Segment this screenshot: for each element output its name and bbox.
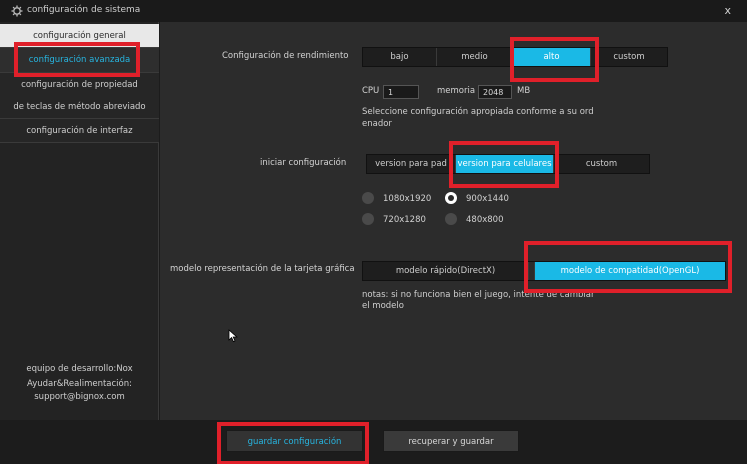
sidebar-item-general[interactable]: configuración general [0, 24, 159, 48]
resolution-radio-900x1440[interactable] [445, 192, 457, 204]
window-title: configuración de sistema [27, 5, 141, 15]
startup-option-custom[interactable]: custom [554, 155, 649, 173]
support-email[interactable]: support@bignox.com [0, 390, 159, 405]
gear-icon [11, 5, 23, 17]
performance-option-alto[interactable]: alto [513, 48, 591, 66]
graphics-option-opengl[interactable]: modelo de compatidad(OpenGL) [535, 262, 725, 280]
startup-option-pad[interactable]: version para pad [367, 155, 456, 173]
startup-selector: version para pad version para celulares … [366, 154, 650, 174]
performance-selector: bajo medio alto custom [362, 47, 668, 67]
performance-label: Configuración de rendimiento [222, 51, 349, 61]
performance-hint-line2: enador [362, 119, 392, 129]
performance-hint-line1: Seleccione configuración apropiada confo… [362, 107, 594, 117]
close-icon[interactable]: x [724, 4, 731, 17]
resolution-label-480x800: 480x800 [466, 215, 504, 225]
memory-unit: MB [517, 86, 531, 96]
save-button[interactable]: guardar configuración [226, 430, 363, 452]
resolution-radio-720x1280[interactable] [362, 213, 374, 225]
graphics-option-directx[interactable]: modelo rápido(DirectX) [363, 262, 529, 280]
cpu-field[interactable] [383, 85, 419, 99]
resolution-radio-1080x1920[interactable] [362, 192, 374, 204]
dev-team-text: equipo de desarrollo:Nox [26, 364, 133, 374]
restore-save-button[interactable]: recuperar y guardar [383, 430, 519, 452]
sidebar-item-advanced[interactable]: configuración avanzada [0, 48, 159, 73]
performance-option-medio[interactable]: medio [437, 48, 513, 66]
performance-option-custom[interactable]: custom [591, 48, 667, 66]
startup-option-phone[interactable]: version para celulares [456, 155, 554, 173]
memory-field[interactable] [478, 85, 512, 99]
bottom-bar [0, 420, 747, 464]
resolution-label-720x1280: 720x1280 [383, 215, 426, 225]
resolution-radio-480x800[interactable] [445, 213, 457, 225]
memory-label: memoria [437, 86, 476, 96]
sidebar-item-interface[interactable]: configuración de interfaz [0, 119, 159, 143]
resolution-label-900x1440: 900x1440 [466, 194, 509, 204]
graphics-selector: modelo rápido(DirectX) modelo de compati… [362, 261, 726, 281]
startup-label: iniciar configuración [260, 158, 347, 168]
sidebar-item-shortcuts[interactable]: de teclas de método abreviado [0, 95, 159, 119]
sidebar-item-properties[interactable]: configuración de propiedad [0, 73, 159, 97]
resolution-label-1080x1920: 1080x1920 [383, 194, 432, 204]
sidebar: configuración general configuración avan… [0, 22, 159, 420]
cpu-label: CPU [362, 86, 380, 96]
graphics-note-line2: el modelo [362, 301, 404, 311]
performance-option-bajo[interactable]: bajo [363, 48, 437, 66]
mouse-cursor-icon [228, 329, 238, 343]
graphics-label: modelo representación de la tarjeta gráf… [170, 264, 355, 274]
title-bar: configuración de sistema x [0, 0, 747, 22]
